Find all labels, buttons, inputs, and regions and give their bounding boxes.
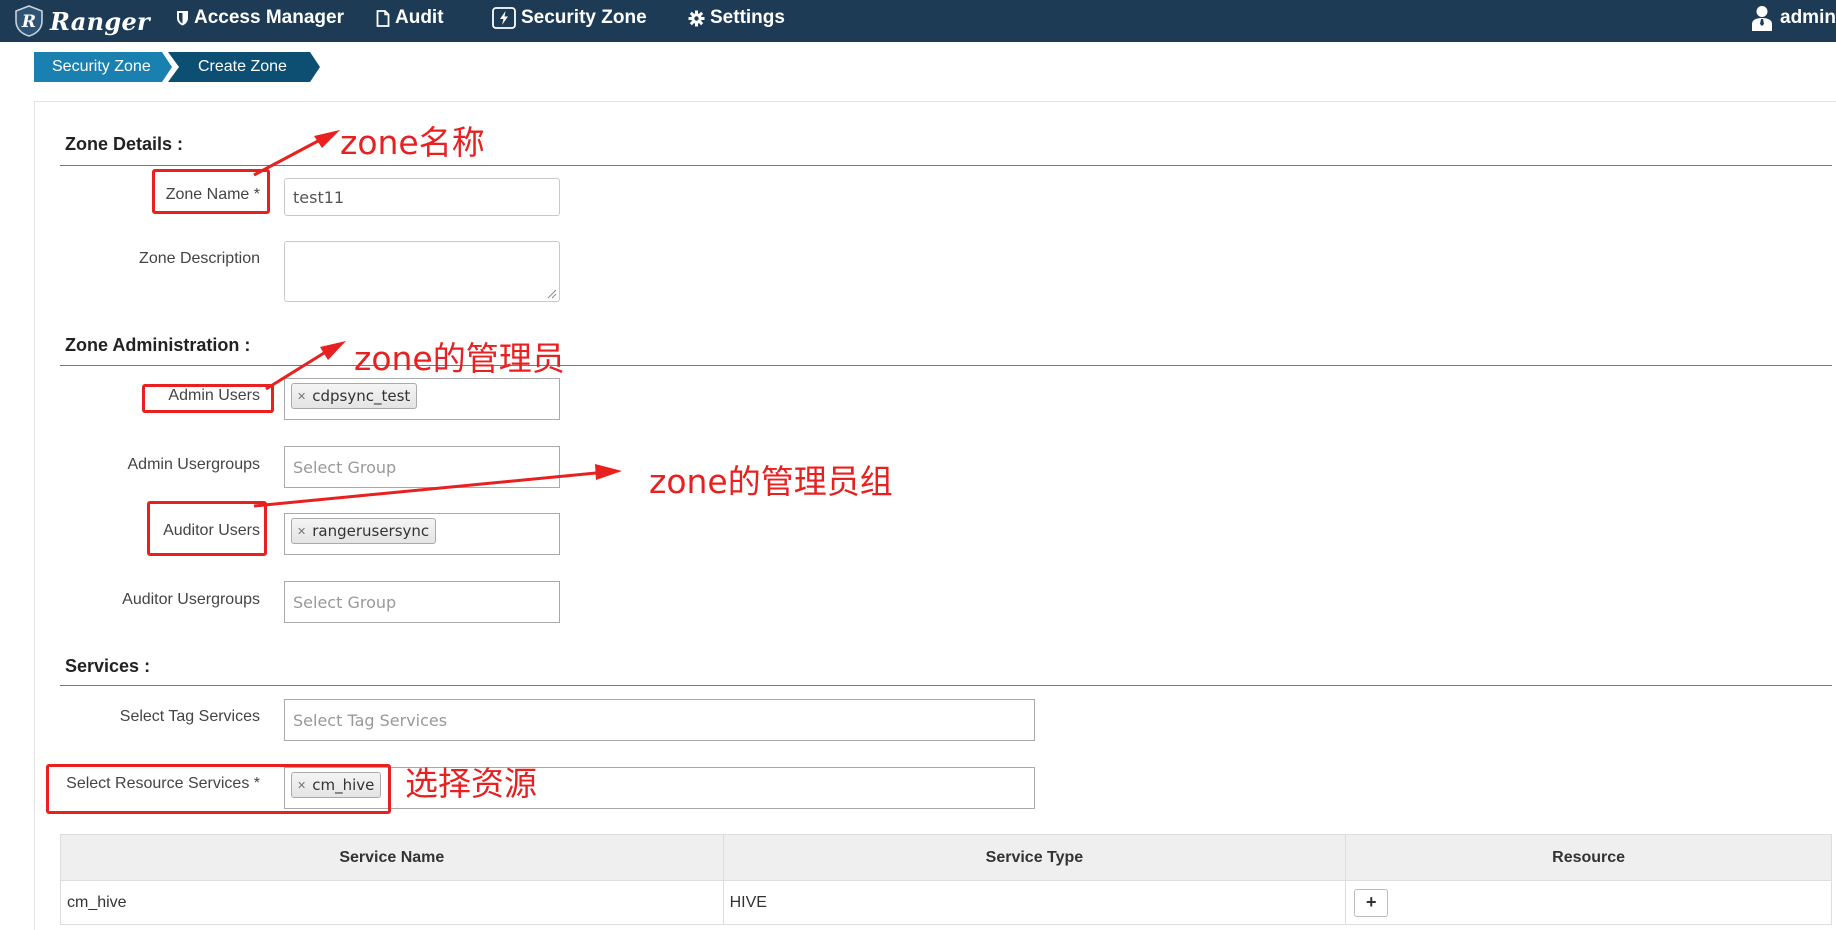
lightning-bolt-icon (492, 7, 516, 29)
auditor-usergroups-select[interactable]: Select Group (284, 581, 560, 623)
nav-access-manager[interactable]: Access Manager (176, 0, 344, 36)
nav-settings[interactable]: Settings (688, 0, 785, 36)
table-header-service-type: Service Type (722, 834, 1347, 881)
zone-description-label: Zone Description (139, 250, 260, 267)
nav-audit[interactable]: Audit (376, 0, 444, 36)
section-divider (60, 365, 1832, 366)
admin-user-token: ✕ cdpsync_test (291, 383, 418, 409)
auditor-user-token: ✕ rangerusersync (291, 518, 437, 544)
tag-services-label: Select Tag Services (119, 708, 260, 725)
breadcrumb-security-zone[interactable]: Security Zone (34, 52, 172, 82)
table-header-service-name: Service Name (60, 834, 724, 881)
ranger-brand[interactable]: R Ranger (14, 4, 150, 38)
table-header-row: Service Name Service Type Resource (60, 834, 1832, 881)
nav-user-name: admin (1780, 7, 1836, 28)
breadcrumb-create-zone: Create Zone (168, 52, 320, 82)
annotation-box-zone-name (152, 169, 270, 214)
resource-services-select[interactable]: ✕ cm_hive (284, 767, 1035, 809)
auditor-users-select[interactable]: ✕ rangerusersync (284, 513, 560, 555)
nav-settings-label: Settings (710, 7, 785, 28)
admin-users-select[interactable]: ✕ cdpsync_test (284, 378, 560, 420)
zone-name-value: test11 (293, 187, 345, 207)
tag-services-placeholder: Select Tag Services (293, 710, 448, 730)
zone-details-title: Zone Details : (65, 134, 184, 154)
user-icon (1752, 6, 1772, 31)
auditor-user-token-label: rangerusersync (312, 522, 430, 540)
auditor-usergroups-label: Auditor Usergroups (122, 591, 260, 608)
file-icon (376, 9, 390, 27)
top-navbar: R Ranger Access Manager Audit Security Z… (0, 0, 1836, 42)
nav-user-menu[interactable]: admin (1752, 0, 1836, 36)
brand-name: Ranger (50, 6, 150, 36)
annotation-zone-admin: zone的管理员 (354, 339, 565, 378)
zone-administration-title: Zone Administration : (65, 335, 251, 355)
resource-cell: + (1345, 880, 1832, 925)
nav-security-zone-label: Security Zone (521, 7, 647, 28)
admin-usergroups-select[interactable]: Select Group (284, 446, 560, 488)
add-resource-button[interactable]: + (1354, 888, 1389, 917)
annotation-resource: 选择资源 (405, 764, 537, 803)
services-title: Services : (65, 656, 151, 676)
services-table: Service Name Service Type Resource cm_hi… (60, 834, 1832, 925)
zone-description-textarea[interactable] (284, 241, 560, 302)
remove-token-icon[interactable]: ✕ (297, 525, 306, 538)
annotation-box-resource-services (46, 764, 391, 814)
gear-icon (688, 10, 705, 26)
table-header-resource: Resource (1345, 834, 1832, 881)
auditor-usergroups-placeholder: Select Group (293, 592, 397, 612)
remove-token-icon[interactable]: ✕ (297, 390, 306, 403)
resize-grip-icon[interactable] (547, 289, 557, 299)
annotation-zone-name: zone名称 (340, 123, 485, 162)
annotation-box-admin-users (142, 384, 274, 413)
tag-services-select[interactable]: Select Tag Services (284, 699, 1035, 741)
annotation-zone-admin-group: zone的管理员组 (649, 462, 893, 501)
nav-audit-label: Audit (395, 7, 444, 28)
nav-security-zone[interactable]: Security Zone (492, 0, 647, 36)
ranger-shield-icon: R (15, 5, 43, 37)
nav-access-manager-label: Access Manager (194, 7, 344, 28)
svg-text:R: R (21, 12, 36, 32)
admin-usergroups-label: Admin Usergroups (127, 456, 261, 473)
zone-name-input[interactable]: test11 (284, 178, 560, 216)
admin-usergroups-placeholder: Select Group (293, 457, 397, 477)
annotation-box-auditor-users (147, 501, 267, 556)
section-divider (60, 165, 1832, 166)
service-type-cell: HIVE (722, 880, 1347, 925)
service-name-cell: cm_hive (60, 880, 724, 925)
admin-user-token-label: cdpsync_test (312, 387, 411, 405)
section-divider (60, 685, 1832, 686)
shield-icon (177, 11, 188, 26)
table-row: cm_hive HIVE + (60, 880, 1832, 925)
